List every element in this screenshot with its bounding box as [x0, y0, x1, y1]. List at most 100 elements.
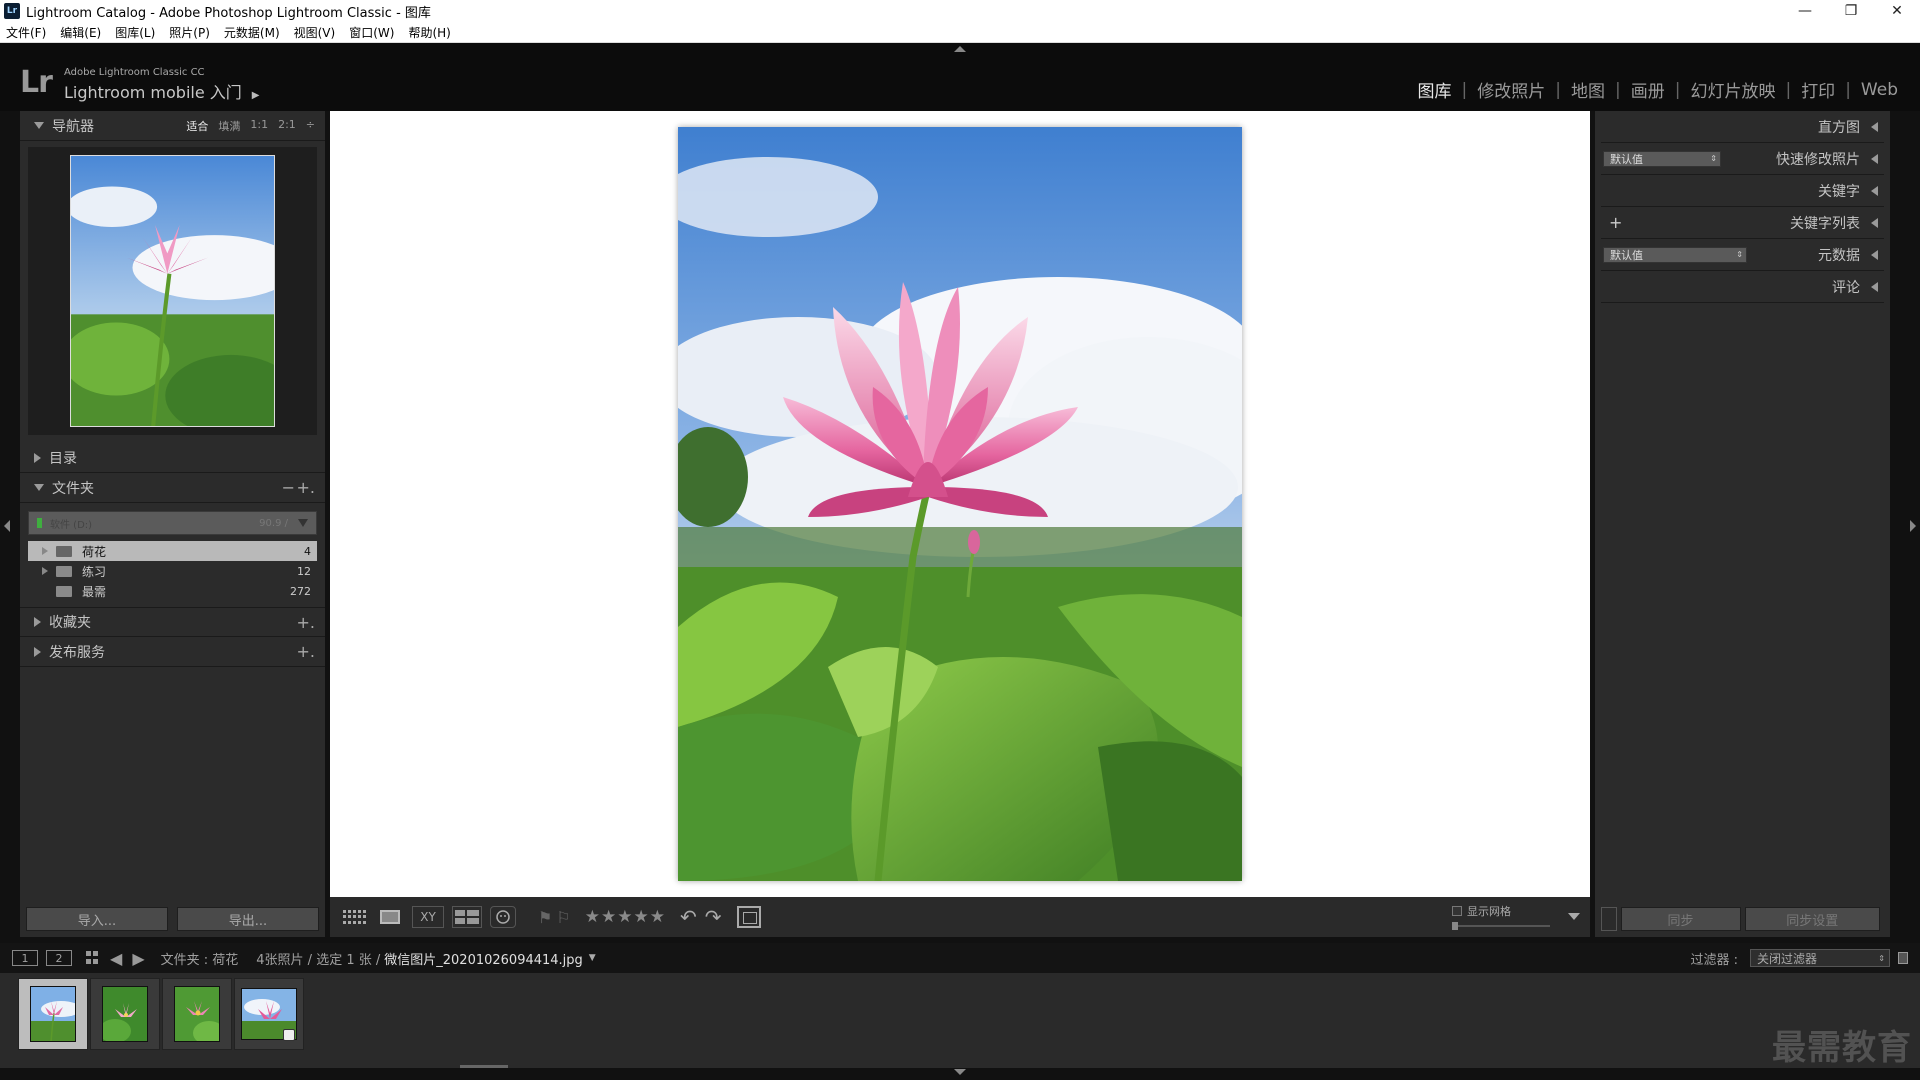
comments-header[interactable]: 评论 [1601, 271, 1884, 303]
add-collection-button[interactable]: +. [297, 613, 316, 632]
star-icon[interactable]: ★ [633, 907, 649, 927]
menu-metadata[interactable]: 元数据(M) [224, 24, 280, 41]
grid-view-icon[interactable] [340, 906, 368, 928]
keywording-title: 关键字 [1818, 183, 1860, 200]
grid-size-slider[interactable] [1452, 922, 1550, 930]
compare-view-button[interactable]: XY [412, 906, 444, 928]
folders-header[interactable]: 文件夹 − +. [20, 473, 325, 503]
grid-icon[interactable] [86, 951, 100, 965]
filmstrip-scrollbar[interactable] [460, 1065, 508, 1068]
star-icon[interactable]: ★ [650, 907, 666, 927]
module-web[interactable]: Web [1851, 80, 1908, 100]
module-develop[interactable]: 修改照片 [1467, 77, 1555, 102]
reject-flag-icon[interactable]: ⚐ [556, 908, 570, 927]
close-button[interactable]: ✕ [1874, 0, 1920, 22]
add-publish-service-button[interactable]: +. [297, 642, 316, 661]
navigator-thumbnail[interactable] [70, 155, 275, 427]
people-view-icon[interactable] [490, 906, 516, 928]
filmstrip-cell[interactable] [234, 978, 304, 1050]
module-book[interactable]: 画册 [1621, 77, 1675, 102]
collapse-left-triangle-icon [1871, 217, 1878, 228]
menu-photo[interactable]: 照片(P) [169, 24, 210, 41]
add-folder-button[interactable]: +. [297, 478, 316, 497]
secondary-window-button[interactable]: 2 [46, 950, 72, 966]
loupe-view-icon[interactable] [376, 906, 404, 928]
back-arrow-icon[interactable]: ◀ [110, 949, 122, 968]
filter-lock-icon[interactable] [1898, 952, 1908, 964]
zoom-1to1-button[interactable]: 1:1 [250, 118, 268, 134]
menu-window[interactable]: 窗口(W) [349, 24, 394, 41]
collections-header[interactable]: 收藏夹 +. [20, 607, 325, 637]
rotate-left-icon[interactable]: ↶ [680, 905, 697, 929]
menu-view[interactable]: 视图(V) [294, 24, 336, 41]
main-photo[interactable] [678, 127, 1242, 881]
show-grid-checkbox[interactable] [1452, 906, 1462, 916]
folder-expand-icon[interactable] [42, 567, 48, 575]
zoom-fill-button[interactable]: 填满 [218, 118, 240, 134]
crop-overlay-icon[interactable] [737, 906, 762, 928]
metadata-preset-select[interactable]: 默认值 ⇕ [1603, 246, 1747, 263]
filmstrip-cell[interactable] [18, 978, 88, 1050]
metadata-header[interactable]: 默认值 ⇕ 元数据 [1601, 239, 1884, 271]
module-print[interactable]: 打印 [1791, 77, 1845, 102]
keyword-list-header[interactable]: + 关键字列表 [1601, 207, 1884, 239]
rotate-right-icon[interactable]: ↷ [705, 905, 722, 929]
primary-window-button[interactable]: 1 [12, 950, 38, 966]
quick-develop-preset-select[interactable]: 默认值 ⇕ [1603, 150, 1721, 167]
quick-develop-header[interactable]: 默认值 ⇕ 快速修改照片 [1601, 143, 1884, 175]
menu-library[interactable]: 图库(L) [115, 24, 155, 41]
collapse-left-panel-arrow-icon[interactable] [4, 520, 10, 532]
star-icon[interactable]: ★ [585, 907, 601, 927]
collapse-right-panel-arrow-icon[interactable] [1910, 520, 1916, 532]
module-library[interactable]: 图库 [1408, 77, 1462, 102]
sync-button[interactable]: 同步 [1620, 907, 1741, 931]
auto-sync-switch[interactable] [1601, 907, 1617, 931]
keywording-header[interactable]: 关键字 [1601, 175, 1884, 207]
filmstrip-filename[interactable]: 微信图片_20201026094414.jpg [384, 949, 583, 968]
loupe-view[interactable] [330, 111, 1590, 897]
module-map[interactable]: 地图 [1561, 77, 1615, 102]
star-icon[interactable]: ★ [617, 907, 633, 927]
remove-folder-button[interactable]: − [282, 478, 295, 497]
maximize-button[interactable]: ❐ [1828, 0, 1874, 22]
menu-file[interactable]: 文件(F) [6, 24, 46, 41]
minimize-button[interactable]: — [1782, 0, 1828, 22]
menu-edit[interactable]: 编辑(E) [60, 24, 101, 41]
survey-view-icon[interactable] [452, 906, 482, 928]
filter-select[interactable]: 关闭过滤器 ⇕ [1750, 949, 1890, 967]
zoom-2to1-button[interactable]: 2:1 [278, 118, 296, 134]
star-rating[interactable]: ★ ★ ★ ★ ★ [585, 907, 666, 927]
import-button[interactable]: 导入... [26, 907, 168, 931]
lightroom-mobile-link[interactable]: Lightroom mobile 入门 ▶ [64, 79, 259, 103]
volume-bar[interactable]: 软件 (D:) 90.9 / [28, 511, 317, 535]
toolbar-content-dropdown-icon[interactable] [1568, 913, 1580, 920]
collapse-top-panel-arrow-icon[interactable] [954, 46, 966, 52]
folder-row[interactable]: 练习 12 [28, 561, 317, 581]
folder-count: 12 [297, 564, 311, 578]
menu-help[interactable]: 帮助(H) [408, 24, 450, 41]
folder-expand-icon[interactable] [42, 547, 48, 555]
filmstrip-cell[interactable] [90, 978, 160, 1050]
forward-arrow-icon[interactable]: ▶ [132, 949, 144, 968]
collapse-filmstrip-arrow-icon[interactable] [954, 1069, 966, 1075]
add-keyword-button[interactable]: + [1609, 213, 1622, 232]
publish-services-header[interactable]: 发布服务 +. [20, 637, 325, 667]
zoom-fit-button[interactable]: 适合 [186, 118, 208, 134]
module-slideshow[interactable]: 幻灯片放映 [1680, 77, 1785, 102]
flag-icon[interactable]: ⚑ [538, 908, 552, 927]
histogram-header[interactable]: 直方图 [1601, 111, 1884, 143]
export-button[interactable]: 导出... [177, 907, 319, 931]
filename-dropdown-icon[interactable]: ▼ [589, 953, 596, 963]
star-icon[interactable]: ★ [601, 907, 617, 927]
filmstrip-count: 4张照片 / 选定 1 张 / [256, 952, 381, 968]
filmstrip-cell[interactable] [162, 978, 232, 1050]
navigator-header[interactable]: 导航器 适合 填满 1:1 2:1 ÷ [20, 111, 325, 141]
sync-settings-button[interactable]: 同步设置 [1744, 907, 1881, 931]
catalog-header[interactable]: 目录 [20, 443, 325, 473]
folder-row[interactable]: 荷花 4 [28, 541, 317, 561]
zoom-more-icon[interactable]: ÷ [306, 118, 315, 134]
volume-dropdown-icon[interactable] [298, 519, 308, 527]
filmstrip-source[interactable]: 文件夹 : 荷花 [161, 949, 239, 968]
folder-row[interactable]: 最需 272 [28, 581, 317, 601]
navigator-preview[interactable] [28, 147, 317, 435]
